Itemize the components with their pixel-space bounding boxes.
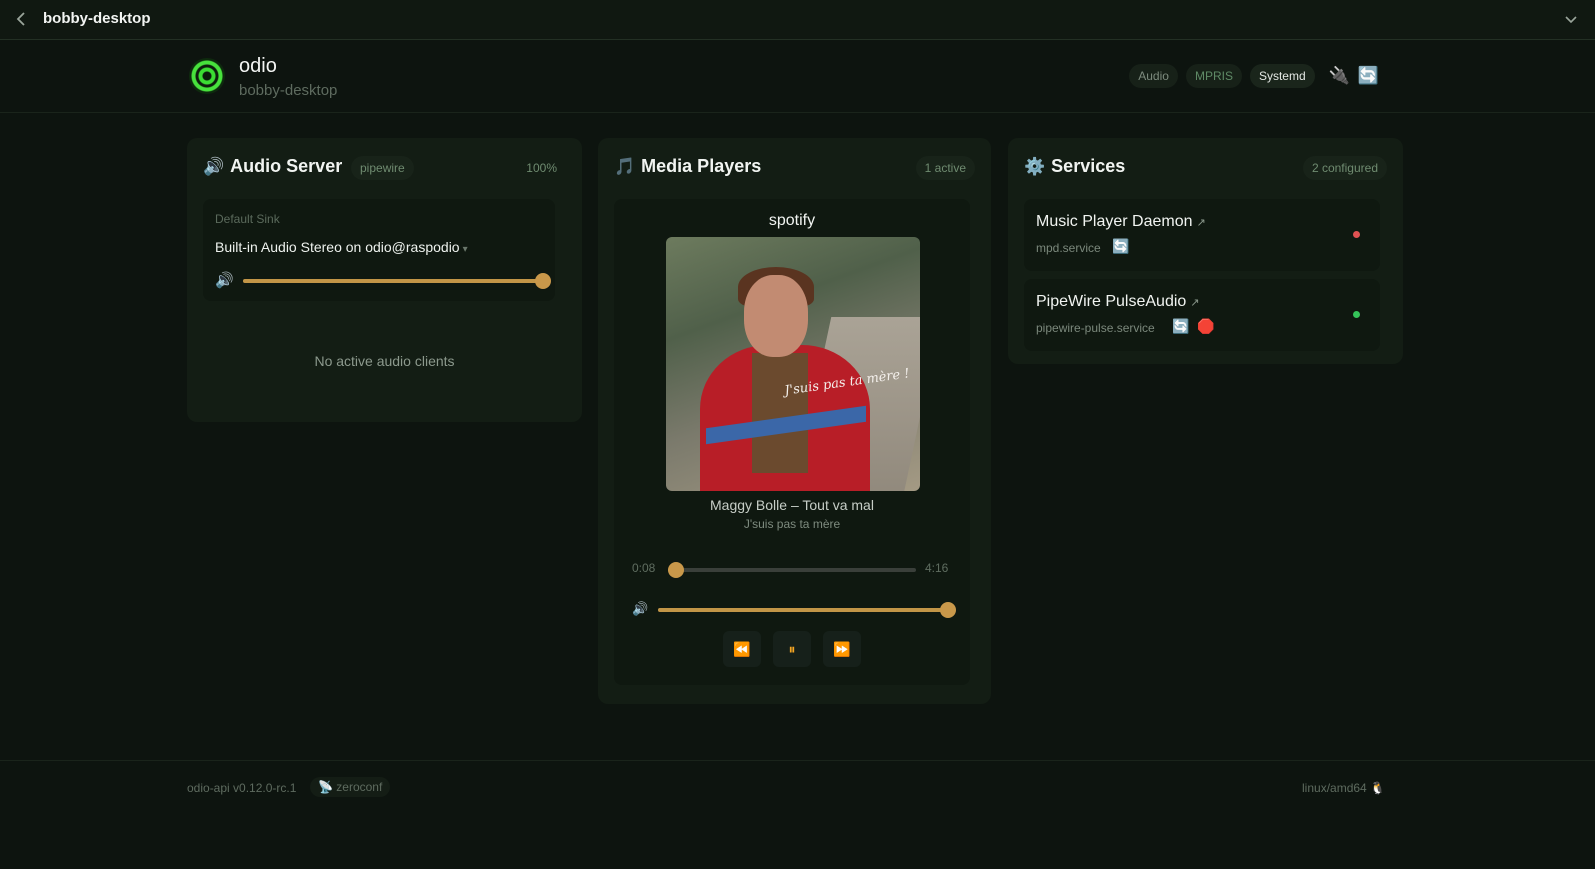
duration-time: 4:16 — [925, 561, 949, 575]
restart-service-button[interactable]: 🔄 — [1112, 238, 1129, 255]
seek-slider[interactable] — [667, 562, 916, 578]
zeroconf-badge: 📡 zeroconf — [310, 777, 391, 797]
chevron-down-icon[interactable] — [1561, 9, 1581, 29]
top-bar: bobby-desktop — [0, 0, 1595, 40]
service-status-dot — [1353, 231, 1360, 238]
volume-icon: 🔊 — [215, 272, 234, 289]
refresh-icon[interactable]: 🔄 — [1358, 66, 1379, 86]
player-volume-slider[interactable] — [658, 602, 956, 618]
player-volume-icon: 🔊 — [632, 601, 649, 616]
fast-forward-button[interactable]: ⏩ — [823, 631, 861, 667]
sink-selector[interactable]: Built-in Audio Stereo on odio@raspodio ▾ — [215, 239, 468, 255]
rewind-button[interactable]: ⏪ — [723, 631, 761, 667]
album-title: J'suis pas ta mère — [743, 517, 841, 531]
service-unit: pipewire-pulse.service — [1036, 321, 1155, 335]
service-unit: mpd.service — [1036, 241, 1101, 255]
slider-knob[interactable] — [535, 273, 551, 289]
restart-service-button[interactable]: 🔄 — [1172, 318, 1189, 335]
active-players-badge: 1 active — [915, 156, 975, 180]
music-note-icon: 🎵 — [614, 157, 636, 176]
audio-volume-badge: 100% — [526, 161, 557, 175]
services-card: ⚙️ Services 2 configured Music Player Dae… — [1008, 138, 1403, 364]
footer: odio-api v0.12.0-rc.1 📡 zeroconf linux/a… — [0, 760, 1595, 869]
service-row: PipeWire PulseAudio ↗ pipewire-pulse.serv… — [1024, 279, 1380, 351]
tab-audio[interactable]: Audio — [1129, 64, 1178, 88]
audio-server-card: 🔊 Audio Server pipewire 100% Default Sink… — [187, 138, 582, 422]
external-link-icon: ↗ — [1196, 217, 1206, 229]
odio-logo — [189, 58, 225, 94]
app-hostname: bobby-desktop — [239, 82, 338, 99]
default-sink-panel: Default Sink Built-in Audio Stereo on od… — [203, 199, 555, 301]
default-sink-label: Default Sink — [215, 212, 280, 226]
stop-service-button[interactable]: 🛑 — [1197, 318, 1214, 335]
backend-tabs: Audio MPRIS Systemd 🔌 🔄 — [1129, 64, 1379, 88]
player-panel: spotify J'suis pas ta mère ! Maggy Bolle… — [614, 199, 970, 685]
slider-fill — [243, 279, 543, 283]
no-clients-message: No active audio clients — [314, 353, 455, 369]
platform-label: linux/amd64 🐧 — [1302, 781, 1385, 795]
track-title: Maggy Bolle – Tout va mal — [710, 497, 874, 513]
gear-icon: ⚙️ — [1024, 157, 1046, 176]
media-players-title: 🎵 Media Players — [614, 156, 762, 176]
service-row: Music Player Daemon ↗ mpd.service 🔄 — [1024, 199, 1380, 271]
tab-systemd[interactable]: Systemd — [1249, 64, 1315, 88]
speaker-icon: 🔊 — [203, 157, 225, 176]
player-volume-knob[interactable] — [940, 602, 956, 618]
plug-icon[interactable]: 🔌 — [1329, 66, 1350, 86]
app-name: odio — [239, 55, 277, 77]
device-title: bobby-desktop — [43, 10, 151, 27]
audio-server-title: 🔊 Audio Server — [203, 156, 343, 176]
api-version: odio-api v0.12.0-rc.1 — [187, 781, 297, 795]
external-link-icon: ↗ — [1190, 297, 1200, 309]
position-time: 0:08 — [632, 561, 656, 575]
app-header: odio bobby-desktop Audio MPRIS Systemd 🔌… — [0, 41, 1595, 113]
service-status-dot — [1353, 311, 1360, 318]
service-name-link[interactable]: PipeWire PulseAudio ↗ — [1036, 293, 1200, 311]
dropdown-caret-icon: ▾ — [462, 244, 468, 255]
album-art: J'suis pas ta mère ! — [666, 237, 920, 491]
player-name: spotify — [768, 212, 816, 229]
media-players-card: 🎵 Media Players 1 active spotify J'suis p… — [598, 138, 991, 704]
sink-volume-slider[interactable] — [243, 273, 551, 289]
services-title: ⚙️ Services — [1024, 156, 1126, 176]
service-name-link[interactable]: Music Player Daemon ↗ — [1036, 213, 1206, 231]
back-arrow-icon[interactable] — [12, 9, 32, 29]
tab-mpris[interactable]: MPRIS — [1185, 64, 1242, 88]
player-volume-fill — [658, 608, 948, 612]
seek-knob[interactable] — [667, 562, 684, 578]
services-count-badge: 2 configured — [1302, 156, 1387, 180]
pause-button[interactable]: ⏸ — [773, 631, 811, 667]
audio-backend-badge: pipewire — [351, 156, 414, 180]
